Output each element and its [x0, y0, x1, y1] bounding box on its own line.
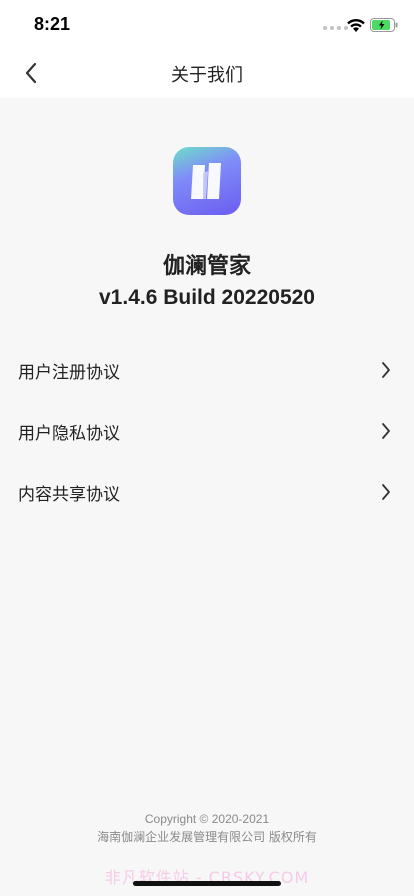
home-indicator — [133, 881, 281, 886]
app-version: v1.4.6 Build 20220520 — [99, 286, 315, 309]
signal-icon — [323, 26, 348, 30]
menu-item-label: 用户注册协议 — [18, 362, 120, 383]
app-logo-icon — [173, 147, 241, 215]
status-bar: 8:21 — [0, 0, 414, 48]
wifi-icon — [347, 18, 365, 32]
status-time: 8:21 — [34, 14, 71, 34]
nav-bar: 关于我们 — [0, 48, 414, 98]
menu-item-registration-agreement[interactable]: 用户注册协议 — [0, 340, 414, 400]
battery-icon — [370, 18, 398, 32]
chevron-right-icon — [382, 423, 390, 439]
menu-item-privacy-agreement[interactable]: 用户隐私协议 — [0, 401, 414, 461]
menu-item-label: 用户隐私协议 — [18, 423, 120, 444]
app-name: 伽澜管家 — [162, 254, 251, 279]
chevron-right-icon — [382, 484, 390, 500]
copyright-text: Copyright © 2020-2021 — [144, 812, 270, 826]
page-title: 关于我们 — [171, 65, 243, 86]
menu-item-content-sharing-agreement[interactable]: 内容共享协议 — [0, 462, 414, 522]
menu-item-label: 内容共享协议 — [18, 484, 120, 505]
chevron-right-icon — [382, 362, 390, 378]
company-text: 海南伽澜企业发展管理有限公司 版权所有 — [97, 830, 317, 844]
